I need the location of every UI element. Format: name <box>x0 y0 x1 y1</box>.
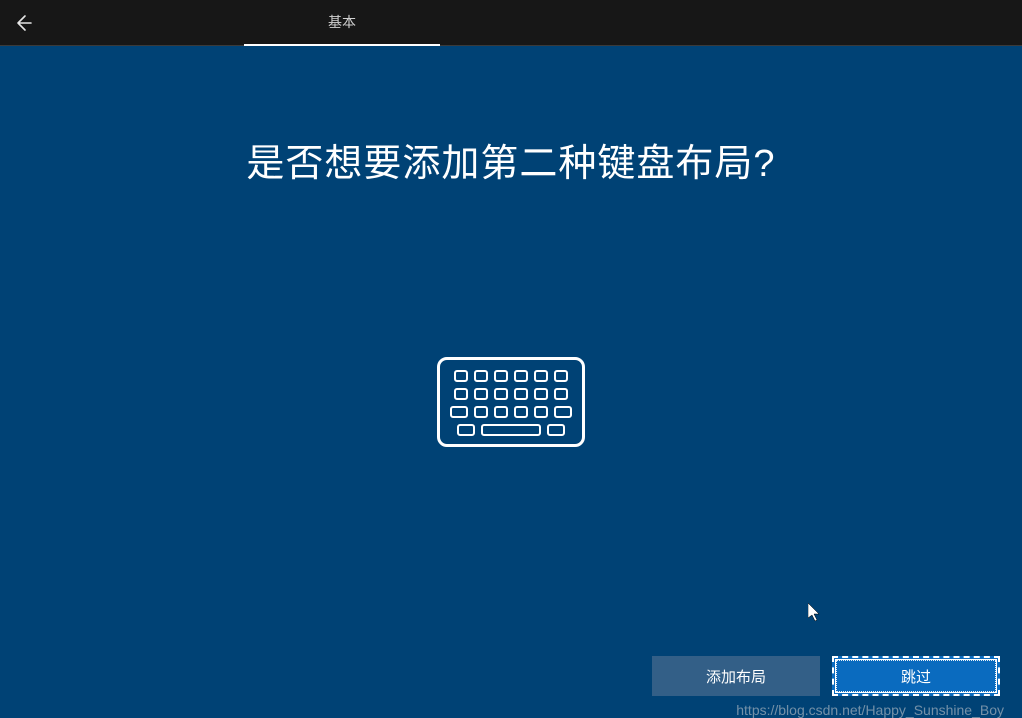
back-button[interactable] <box>0 0 46 46</box>
cursor-icon <box>808 603 824 623</box>
add-layout-label: 添加布局 <box>706 666 766 687</box>
skip-button[interactable]: 跳过 <box>832 656 1000 696</box>
watermark-text: https://blog.csdn.net/Happy_Sunshine_Boy <box>736 702 1004 718</box>
back-arrow-icon <box>13 13 33 33</box>
tab-basic[interactable]: 基本 <box>244 0 440 46</box>
title-bar: 基本 <box>0 0 1022 46</box>
footer-buttons: 添加布局 跳过 <box>652 656 1000 696</box>
main-content: 是否想要添加第二种键盘布局? 添加布局 跳过 https://blog.csdn… <box>0 46 1022 718</box>
add-layout-button[interactable]: 添加布局 <box>652 656 820 696</box>
keyboard-icon <box>437 357 585 447</box>
keyboard-illustration <box>437 357 585 447</box>
skip-label: 跳过 <box>901 666 931 687</box>
page-title: 是否想要添加第二种键盘布局? <box>246 132 775 187</box>
tab-basic-label: 基本 <box>328 12 356 32</box>
